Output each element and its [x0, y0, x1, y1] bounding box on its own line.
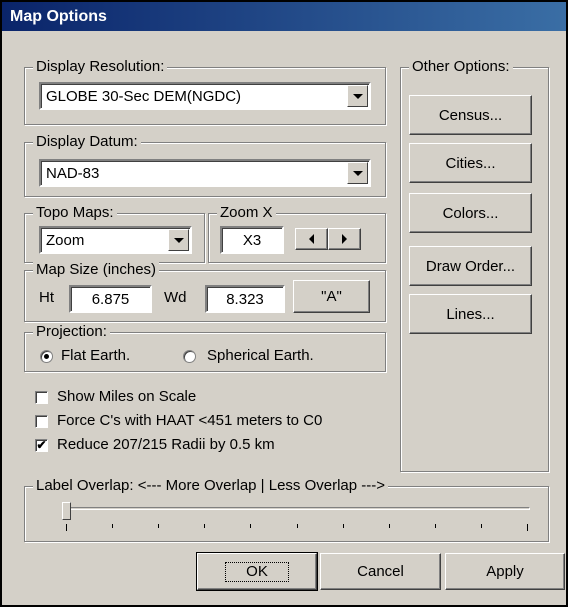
zoom-in-button[interactable]: [328, 228, 361, 250]
reduce-radii-checkbox[interactable]: ✔: [35, 439, 48, 452]
label-overlap-slider-track[interactable]: [64, 507, 530, 510]
topo-maps-dropdown-button[interactable]: [168, 229, 189, 251]
cities-button[interactable]: Cities...: [409, 143, 532, 183]
display-resolution-value: GLOBE 30-Sec DEM(NGDC): [46, 87, 242, 105]
slider-tick: [204, 524, 206, 528]
topo-maps-select[interactable]: Zoom: [39, 226, 192, 254]
slider-tick: [342, 524, 344, 528]
colors-button[interactable]: Colors...: [409, 193, 532, 233]
force-c0-label[interactable]: Force C's with HAAT <451 meters to C0: [57, 412, 322, 429]
slider-tick: [480, 524, 482, 528]
zoom-out-button[interactable]: [295, 228, 328, 250]
wd-label: Wd: [164, 289, 187, 306]
projection-legend: Projection:: [33, 323, 110, 341]
display-datum-value: NAD-83: [46, 164, 100, 182]
ok-button-label: OK: [225, 561, 289, 582]
slider-tick: [250, 524, 252, 528]
display-resolution-dropdown-button[interactable]: [347, 85, 368, 107]
lines-button-label: Lines...: [446, 305, 495, 323]
other-options-legend: Other Options:: [409, 58, 513, 76]
wd-value: 8.323: [226, 290, 264, 308]
display-datum-select[interactable]: NAD-83: [39, 159, 371, 187]
checkmark-icon: ✔: [36, 438, 47, 452]
flat-earth-label[interactable]: Flat Earth.: [61, 347, 130, 364]
slider-tick: [388, 524, 390, 528]
map-options-dialog: Map Options Display Resolution: GLOBE 30…: [0, 0, 568, 607]
zoom-value-field[interactable]: X3: [220, 226, 284, 254]
ht-value: 6.875: [91, 290, 130, 308]
draw-order-button[interactable]: Draw Order...: [409, 246, 532, 286]
spherical-earth-label[interactable]: Spherical Earth.: [207, 347, 314, 364]
zoom-legend: Zoom X: [217, 204, 276, 222]
zoom-value: X3: [242, 231, 262, 249]
wd-field[interactable]: 8.323: [205, 285, 285, 313]
slider-tick: [296, 524, 298, 528]
radio-selected-dot: [44, 354, 49, 359]
census-button-label: Census...: [438, 106, 503, 124]
flat-earth-radio[interactable]: [40, 350, 53, 363]
topo-maps-legend: Topo Maps:: [33, 204, 117, 222]
chevron-down-icon: [352, 170, 363, 176]
label-overlap-group: Label Overlap: <--- More Overlap | Less …: [24, 477, 549, 542]
map-size-legend: Map Size (inches): [33, 261, 160, 279]
apply-button[interactable]: Apply: [445, 553, 565, 590]
spherical-earth-radio[interactable]: [183, 350, 196, 363]
display-resolution-legend: Display Resolution:: [33, 58, 168, 76]
slider-tick: [112, 524, 114, 528]
chevron-down-icon: [173, 237, 184, 243]
apply-button-label: Apply: [486, 563, 524, 580]
reduce-radii-label[interactable]: Reduce 207/215 Radii by 0.5 km: [57, 436, 275, 453]
window-title: Map Options: [10, 8, 107, 25]
slider-tick: [158, 524, 160, 528]
census-button[interactable]: Census...: [409, 95, 532, 135]
cancel-button-label: Cancel: [357, 563, 404, 580]
arrow-left-icon: [309, 234, 314, 244]
lines-button[interactable]: Lines...: [409, 294, 532, 334]
slider-tick: [527, 524, 528, 531]
slider-tick: [434, 524, 436, 528]
ht-label: Ht: [39, 289, 54, 306]
colors-button-label: Colors...: [442, 204, 499, 222]
arrow-right-icon: [342, 234, 347, 244]
chevron-down-icon: [352, 93, 363, 99]
draw-order-button-label: Draw Order...: [425, 257, 516, 275]
topo-maps-value: Zoom: [46, 231, 85, 249]
display-datum-legend: Display Datum:: [33, 133, 141, 151]
cities-button-label: Cities...: [445, 154, 496, 172]
size-a-button-label: "A": [321, 288, 342, 305]
display-datum-dropdown-button[interactable]: [347, 162, 368, 184]
size-a-button[interactable]: "A": [293, 280, 370, 313]
slider-tick: [66, 524, 67, 531]
show-miles-label[interactable]: Show Miles on Scale: [57, 388, 196, 405]
ok-button[interactable]: OK: [196, 552, 318, 591]
label-overlap-legend: Label Overlap: <--- More Overlap | Less …: [33, 477, 389, 495]
title-bar[interactable]: Map Options: [2, 2, 566, 31]
cancel-button[interactable]: Cancel: [320, 553, 441, 590]
show-miles-checkbox[interactable]: [35, 391, 48, 404]
label-overlap-slider-thumb[interactable]: [62, 502, 71, 520]
ht-field[interactable]: 6.875: [69, 285, 152, 313]
force-c0-checkbox[interactable]: [35, 415, 48, 428]
display-resolution-select[interactable]: GLOBE 30-Sec DEM(NGDC): [39, 82, 371, 110]
